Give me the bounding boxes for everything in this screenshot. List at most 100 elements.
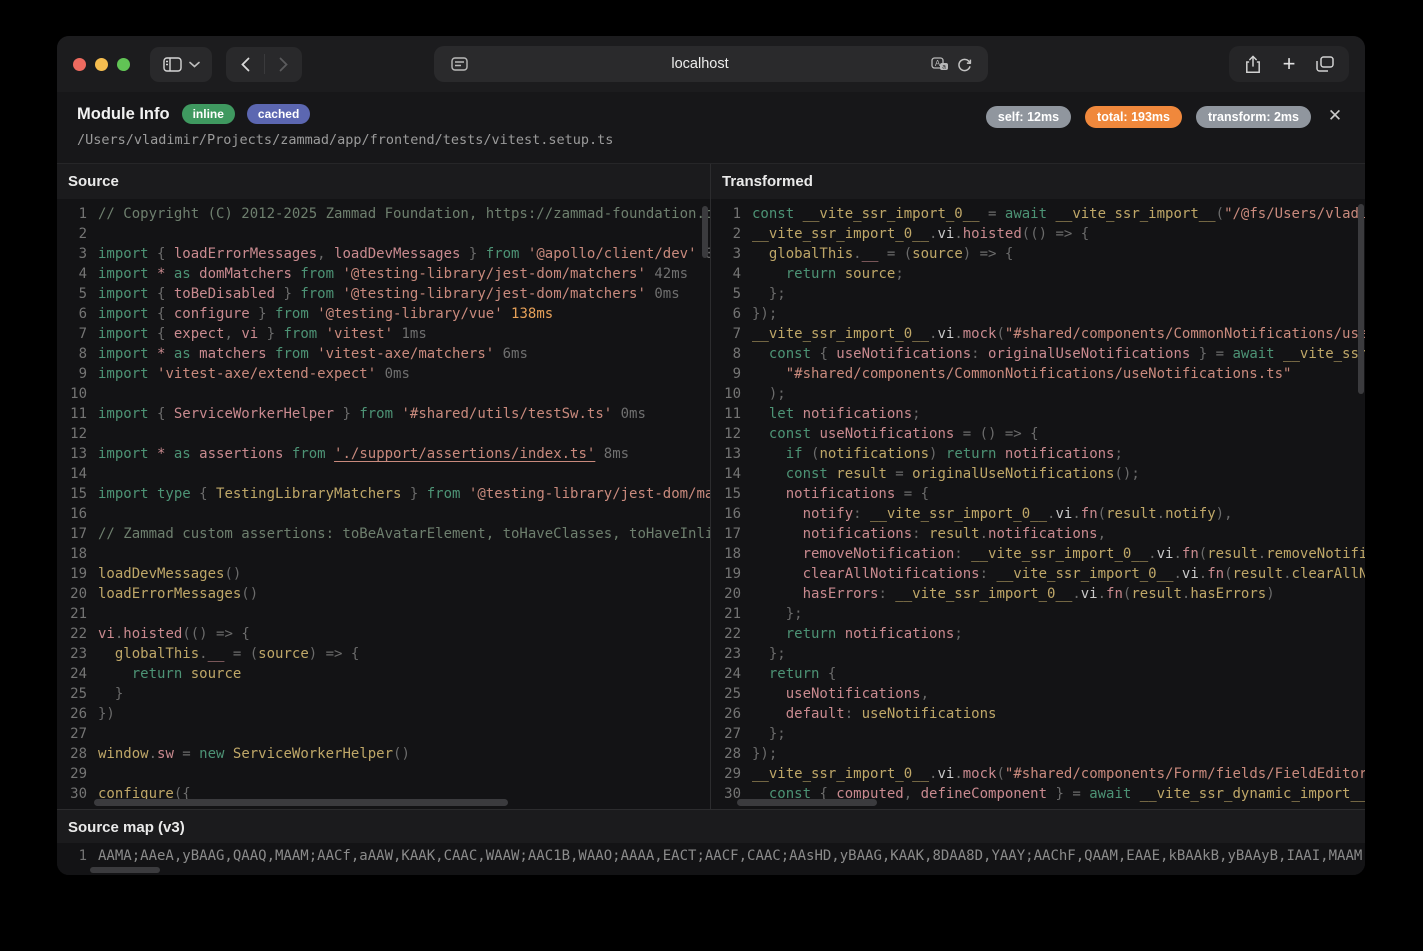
code-line: 2__vite_ssr_import_0__.vi.hoisted(() => …: [711, 224, 1365, 244]
minimize-window-button[interactable]: [95, 58, 108, 71]
code-line: 15 notifications = {: [711, 484, 1365, 504]
code-line: 8import * as matchers from 'vitest-axe/m…: [57, 344, 710, 364]
module-path: /Users/vladimir/Projects/zammad/app/fron…: [77, 132, 1345, 148]
sourcemap-horizontal-scrollbar[interactable]: [90, 867, 160, 873]
code-line: 14 const result = originalUseNotificatio…: [711, 464, 1365, 484]
code-line: 7import { expect, vi } from 'vitest' 1ms: [57, 324, 710, 344]
code-line: 25 useNotifications,: [711, 684, 1365, 704]
forward-button[interactable]: [265, 47, 302, 82]
code-line: 1// Copyright (C) 2012-2025 Zammad Found…: [57, 204, 710, 224]
code-line: 28});: [711, 744, 1365, 764]
code-line: 16: [57, 504, 710, 524]
code-line: 13import * as assertions from './support…: [57, 444, 710, 464]
code-line: 21: [57, 604, 710, 624]
code-line: 24 return source: [57, 664, 710, 684]
code-line: 26}): [57, 704, 710, 724]
code-line: 25 }: [57, 684, 710, 704]
svg-text:a: a: [942, 64, 946, 71]
sidebar-icon: [163, 57, 182, 72]
code-line: 22 return notifications;: [711, 624, 1365, 644]
code-line: 11 let notifications;: [711, 404, 1365, 424]
close-button[interactable]: ✕: [1323, 104, 1347, 128]
close-icon: ✕: [1328, 106, 1342, 126]
back-button[interactable]: [227, 47, 264, 82]
timing-badge-self: self: 12ms: [986, 106, 1071, 128]
reload-icon[interactable]: [952, 48, 976, 80]
sidebar-toggle-button[interactable]: [150, 47, 212, 82]
code-line: 22vi.hoisted(() => {: [57, 624, 710, 644]
source-vertical-scrollbar[interactable]: [702, 206, 708, 258]
badge-inline: inline: [182, 104, 235, 124]
transformed-vertical-scrollbar[interactable]: [1358, 204, 1364, 394]
code-line: 1const __vite_ssr_import_0__ = await __v…: [711, 204, 1365, 224]
code-line: 5 };: [711, 284, 1365, 304]
sourcemap-panel: Source map (v3) 1AAMA;AAeA,yBAAG,QAAQ,MA…: [57, 809, 1365, 875]
page-title: Module Info: [77, 105, 170, 124]
new-tab-button[interactable]: +: [1273, 48, 1305, 80]
code-line: 16 notify: __vite_ssr_import_0__.vi.fn(r…: [711, 504, 1365, 524]
code-line: 24 return {: [711, 664, 1365, 684]
code-line: 9import 'vitest-axe/extend-expect' 0ms: [57, 364, 710, 384]
code-line: 29: [57, 764, 710, 784]
source-horizontal-scrollbar[interactable]: [94, 799, 508, 806]
source-panel: Source 1// Copyright (C) 2012-2025 Zamma…: [57, 164, 711, 809]
chevron-right-icon: [279, 57, 288, 72]
code-line: 6});: [711, 304, 1365, 324]
url-text[interactable]: localhost: [472, 56, 928, 72]
code-line: 6import { configure } from '@testing-lib…: [57, 304, 710, 324]
reader-page-icon[interactable]: [446, 48, 472, 80]
tabs-overview-button[interactable]: [1309, 48, 1341, 80]
transformed-code: 1const __vite_ssr_import_0__ = await __v…: [711, 199, 1365, 809]
code-line: 1AAMA;AAeA,yBAAG,QAAQ,MAAM;AACf,aAAW,KAA…: [57, 846, 1365, 866]
code-line: 27 };: [711, 724, 1365, 744]
transformed-panel: Transformed 1const __vite_ssr_import_0__…: [711, 164, 1365, 809]
toolbar-right-buttons: +: [1229, 46, 1349, 82]
zoom-window-button[interactable]: [117, 58, 130, 71]
code-line: 10: [57, 384, 710, 404]
module-info-header: Module Info inline cached /Users/vladimi…: [57, 92, 1365, 164]
navigation-buttons: [226, 47, 302, 82]
code-line: 28window.sw = new ServiceWorkerHelper(): [57, 744, 710, 764]
code-panels: Source 1// Copyright (C) 2012-2025 Zamma…: [57, 164, 1365, 809]
badge-cached: cached: [247, 104, 310, 124]
timing-badge-transform: transform: 2ms: [1196, 106, 1311, 128]
sourcemap-title: Source map (v3): [57, 810, 1365, 845]
code-line: 20loadErrorMessages(): [57, 584, 710, 604]
share-button[interactable]: [1237, 48, 1269, 80]
code-line: 3import { loadErrorMessages, loadDevMess…: [57, 244, 710, 264]
code-line: 15import type { TestingLibraryMatchers }…: [57, 484, 710, 504]
timing-badges: self: 12ms total: 193ms transform: 2ms: [986, 106, 1311, 128]
code-line: 21 };: [711, 604, 1365, 624]
code-line: 2: [57, 224, 710, 244]
code-line: 10 );: [711, 384, 1365, 404]
browser-toolbar: localhost A a: [57, 36, 1365, 92]
code-line: 4 return source;: [711, 264, 1365, 284]
code-line: 17 notifications: result.notifications,: [711, 524, 1365, 544]
timing-badge-total: total: 193ms: [1085, 106, 1182, 128]
close-window-button[interactable]: [73, 58, 86, 71]
chevron-left-icon: [241, 57, 250, 72]
sourcemap-code: 1AAMA;AAeA,yBAAG,QAAQ,MAAM;AACf,aAAW,KAA…: [57, 843, 1365, 875]
code-line: 18: [57, 544, 710, 564]
source-code: 1// Copyright (C) 2012-2025 Zammad Found…: [57, 199, 710, 809]
chevron-down-icon: [189, 61, 200, 68]
transformed-horizontal-scrollbar[interactable]: [737, 799, 877, 806]
tabs-overview-icon: [1316, 56, 1334, 72]
code-line: 29__vite_ssr_import_0__.vi.mock("#shared…: [711, 764, 1365, 784]
translate-icon[interactable]: A a: [928, 48, 952, 80]
code-line: 4import * as domMatchers from '@testing-…: [57, 264, 710, 284]
code-line: 19 clearAllNotifications: __vite_ssr_imp…: [711, 564, 1365, 584]
code-line: 17// Zammad custom assertions: toBeAvata…: [57, 524, 710, 544]
code-line: 27: [57, 724, 710, 744]
url-bar[interactable]: localhost A a: [434, 46, 988, 82]
code-line: 19loadDevMessages(): [57, 564, 710, 584]
code-line: 26 default: useNotifications: [711, 704, 1365, 724]
code-line: 23 globalThis.__ = (source) => {: [57, 644, 710, 664]
transformed-panel-title: Transformed: [711, 164, 1365, 199]
share-icon: [1245, 55, 1261, 74]
code-line: 13 if (notifications) return notificatio…: [711, 444, 1365, 464]
code-line: 23 };: [711, 644, 1365, 664]
code-line: 3 globalThis.__ = (source) => {: [711, 244, 1365, 264]
code-line: 8 const { useNotifications: originalUseN…: [711, 344, 1365, 364]
code-line: 14: [57, 464, 710, 484]
